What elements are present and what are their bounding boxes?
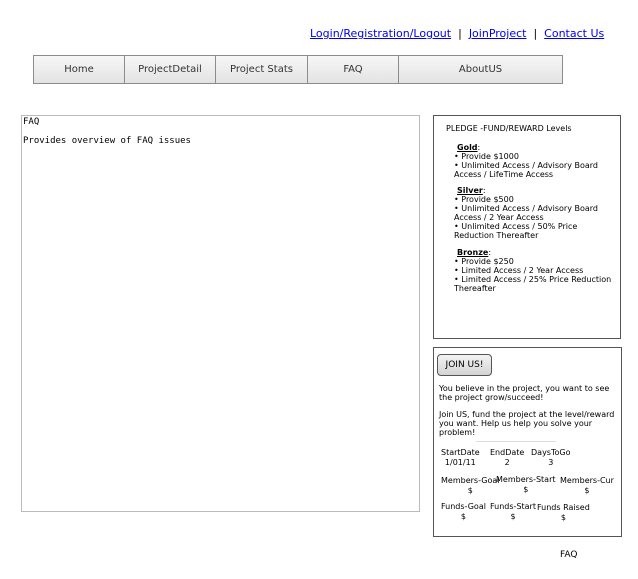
stat-funds-goal: Funds-Goal $: [441, 502, 486, 522]
level-line: • Unlimited Access / Advisory Board Acce…: [454, 204, 599, 222]
stat-label: Members-Start: [496, 475, 556, 484]
stat-value: $: [510, 512, 516, 521]
stat-label: Funds Raised: [537, 503, 590, 512]
level-line: • Provide $500: [454, 195, 514, 204]
stat-value: $: [467, 486, 473, 495]
level-line: • Provide $1000: [454, 152, 519, 161]
stat-value: 2: [504, 458, 510, 467]
tab-faq[interactable]: FAQ: [308, 56, 399, 83]
tab-project-detail[interactable]: ProjectDetail: [125, 56, 216, 83]
level-line: • Limited Access / 2 Year Access: [454, 266, 584, 275]
pledge-heading: PLEDGE -FUND/REWARD Levels: [446, 124, 572, 133]
tab-project-stats[interactable]: Project Stats: [216, 56, 308, 83]
stat-members-cur: Members-Cur $: [560, 476, 614, 496]
pledge-level-silver: Silver: • Provide $500 • Unlimited Acces…: [454, 186, 614, 240]
stat-value: $: [584, 486, 590, 495]
join-project-link[interactable]: JoinProject: [469, 27, 527, 40]
top-links: Login/Registration/Logout | JoinProject | Co…: [310, 27, 604, 40]
contact-us-link[interactable]: Contact Us: [544, 27, 604, 40]
level-name: Bronze: [457, 248, 489, 257]
stat-days-to-go: DaysToGo 3: [531, 448, 570, 468]
stat-label: StartDate: [441, 448, 480, 457]
login-registration-logout-link[interactable]: Login/Registration/Logout: [310, 27, 451, 40]
footer-page-label: FAQ: [560, 550, 578, 560]
join-us-button[interactable]: JOIN US!: [437, 354, 492, 376]
level-line: • Limited Access / 25% Price Reduction T…: [454, 275, 612, 293]
pledge-level-gold: Gold: • Provide $1000 • Unlimited Access…: [454, 143, 614, 179]
level-colon: :: [488, 248, 492, 257]
level-colon: :: [482, 186, 486, 195]
stat-label: DaysToGo: [531, 448, 571, 457]
level-colon: :: [477, 143, 481, 152]
stat-value: $: [523, 485, 529, 494]
pledge-level-bronze: Bronze: • Provide $250 • Limited Access …: [454, 248, 614, 293]
link-separator: |: [533, 27, 538, 40]
stat-members-goal: Members-Goal $: [441, 476, 499, 496]
tab-about-us[interactable]: AboutUS: [399, 56, 562, 83]
level-line: • Provide $250: [454, 257, 514, 266]
stat-start-date: StartDate 1/01/11: [441, 448, 480, 468]
tab-home[interactable]: Home: [34, 56, 125, 83]
join-us-panel: JOIN US! You believe in the project, you…: [433, 347, 622, 537]
page-title: FAQ: [23, 117, 40, 127]
link-separator: |: [458, 27, 462, 40]
stat-funds-raised: Funds Raised $: [537, 503, 590, 523]
stat-value: $: [460, 512, 467, 521]
stat-value: 1/01/11: [444, 458, 476, 467]
stat-label: Members-Goal: [441, 476, 500, 485]
level-line: • Unlimited Access / 50% Price Reduction…: [454, 222, 578, 240]
faq-content-panel: FAQ Provides overview of FAQ issues: [21, 115, 420, 512]
level-line: • Unlimited Access / Advisory Board Acce…: [454, 161, 599, 179]
stat-label: Funds-Start: [490, 502, 536, 511]
stat-members-start: Members-Start $: [496, 475, 556, 495]
level-name: Gold: [457, 143, 478, 152]
divider: [476, 441, 556, 442]
pledge-levels-panel: PLEDGE -FUND/REWARD Levels Gold: • Provi…: [433, 115, 621, 339]
stat-label: Funds-Goal: [441, 502, 486, 511]
stat-label: Members-Cur: [560, 476, 614, 485]
level-name: Silver: [457, 186, 483, 195]
join-pitch-text: You believe in the project, you want to …: [439, 384, 610, 402]
stat-value: $: [560, 513, 566, 522]
join-call-to-action-text: Join US, fund the project at the level/r…: [439, 410, 615, 437]
stat-label: EndDate: [490, 448, 525, 457]
page-description: Provides overview of FAQ issues: [23, 136, 191, 146]
stat-funds-start: Funds-Start $: [490, 502, 536, 522]
stat-end-date: EndDate 2: [490, 448, 524, 468]
main-nav-bar: Home ProjectDetail Project Stats FAQ Abo…: [33, 55, 563, 84]
stat-value: 3: [548, 458, 554, 467]
